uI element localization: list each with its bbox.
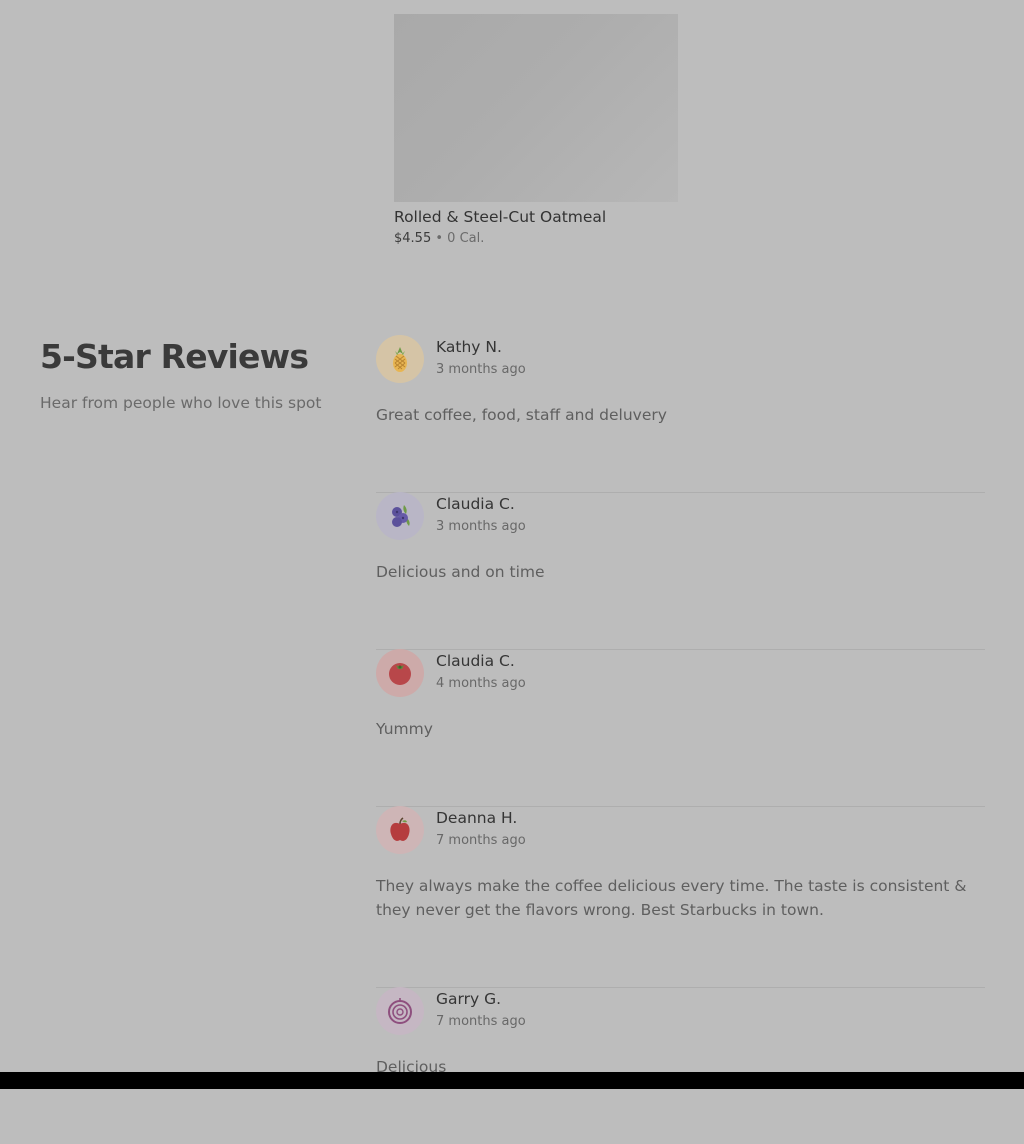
blueberries-icon xyxy=(392,505,410,527)
product-name[interactable]: Rolled & Steel-Cut Oatmeal xyxy=(394,206,678,228)
reviewer-avatar xyxy=(376,492,424,540)
review-item: Claudia C. 4 months ago Yummy xyxy=(376,649,985,807)
review-item: Deanna H. 7 months ago They always make … xyxy=(376,806,985,988)
review-text: Yummy xyxy=(376,720,433,738)
tomato-icon xyxy=(389,663,411,685)
reviewer-avatar xyxy=(376,806,424,854)
onion-icon xyxy=(388,998,412,1024)
review-date: 4 months ago xyxy=(436,676,526,691)
product-meta: $4.55 • 0 Cal. xyxy=(394,229,678,249)
review-item: Claudia C. 3 months ago Delicious and on… xyxy=(376,492,985,650)
meta-separator: • xyxy=(435,231,444,246)
reviewer-name: Kathy N. xyxy=(436,338,502,356)
reviewer-avatar xyxy=(376,649,424,697)
review-date: 3 months ago xyxy=(436,362,526,377)
review-date: 3 months ago xyxy=(436,519,526,534)
reviewer-avatar xyxy=(376,987,424,1035)
review-date: 7 months ago xyxy=(436,1014,526,1029)
reviewer-name: Deanna H. xyxy=(436,809,518,827)
review-text: Great coffee, food, staff and deluvery xyxy=(376,406,667,424)
pineapple-icon xyxy=(393,347,407,372)
review-date: 7 months ago xyxy=(436,833,526,848)
bottom-bar xyxy=(0,1072,1024,1089)
review-item: Kathy N. 3 months ago Great coffee, food… xyxy=(376,335,985,493)
review-item: Garry G. 7 months ago Delicious xyxy=(376,987,985,1144)
reviews-subtitle: Hear from people who love this spot xyxy=(40,394,322,412)
apple-icon xyxy=(390,817,410,841)
reviewer-name: Garry G. xyxy=(436,990,502,1008)
reviews-title: 5-Star Reviews xyxy=(40,337,309,376)
product-price: $4.55 xyxy=(394,231,432,246)
reviewer-name: Claudia C. xyxy=(436,495,515,513)
review-text: Delicious and on time xyxy=(376,563,545,581)
reviewer-avatar xyxy=(376,335,424,383)
product-card[interactable]: Rolled & Steel-Cut Oatmeal $4.55 • 0 Cal… xyxy=(394,14,678,249)
product-calories: 0 Cal. xyxy=(447,231,485,246)
product-image[interactable] xyxy=(394,14,678,202)
reviewer-name: Claudia C. xyxy=(436,652,515,670)
review-text: They always make the coffee delicious ev… xyxy=(376,877,967,919)
